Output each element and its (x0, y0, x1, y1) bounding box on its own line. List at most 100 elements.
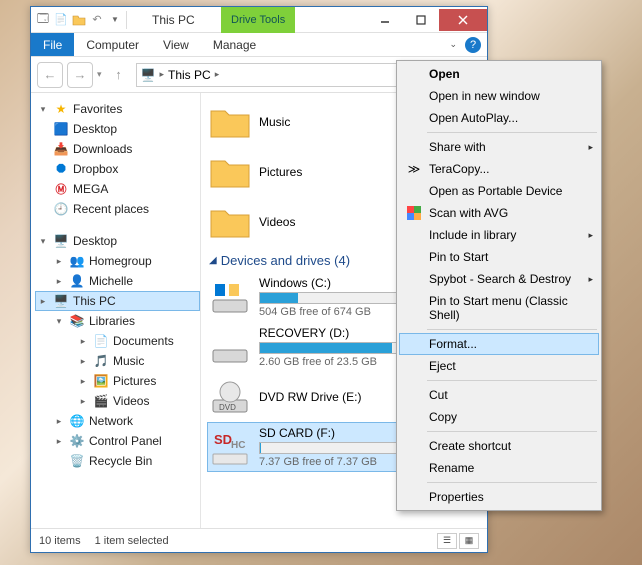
ctx-label: Create shortcut (429, 439, 511, 453)
submenu-arrow-icon: ▸ (588, 274, 593, 285)
ctx-teracopy[interactable]: ≫TeraCopy... (399, 158, 599, 180)
chevron-right-icon[interactable]: ▸ (53, 255, 65, 267)
tree-item-pictures[interactable]: ▸🖼️Pictures (35, 371, 200, 391)
ctx-spybot[interactable]: Spybot - Search & Destroy▸ (399, 268, 599, 290)
ctx-scan-avg[interactable]: Scan with AVG (399, 202, 599, 224)
breadcrumb-this-pc[interactable]: This PC (168, 68, 211, 82)
ctx-pin-classic[interactable]: Pin to Start menu (Classic Shell) (399, 290, 599, 326)
sd-card-icon: SDHC (209, 426, 251, 468)
chevron-right-icon[interactable]: ▸ (215, 69, 220, 80)
tree-item-recycle-bin[interactable]: 🗑️Recycle Bin (35, 451, 200, 471)
tree-item-this-pc[interactable]: ▸🖥️This PC (35, 291, 200, 311)
tree-item-mega[interactable]: ⓂMEGA (35, 179, 200, 199)
maximize-button[interactable] (403, 9, 439, 31)
ctx-separator (427, 380, 597, 381)
tree-item-recent[interactable]: 🕘Recent places (35, 199, 200, 219)
mega-icon: Ⓜ (53, 181, 69, 197)
computer-icon: 🖥️ (53, 293, 69, 309)
tree-item-desktop-fav[interactable]: 🟦Desktop (35, 119, 200, 139)
videos-icon: 🎬 (93, 393, 109, 409)
ctx-copy[interactable]: Copy (399, 406, 599, 428)
help-icon[interactable]: ? (465, 37, 481, 53)
chevron-down-icon[interactable]: ▾ (53, 315, 65, 327)
tree-item-documents[interactable]: ▸📄Documents (35, 331, 200, 351)
capacity-bar (259, 442, 409, 454)
properties-icon[interactable]: 📄 (53, 12, 69, 28)
ctx-format[interactable]: Format... (399, 333, 599, 355)
drive-tools-context-tab[interactable]: Drive Tools (221, 7, 295, 33)
tree-item-music[interactable]: ▸🎵Music (35, 351, 200, 371)
expand-ribbon-icon[interactable]: ⌄ (449, 39, 457, 50)
icon-small: 🗔 (35, 12, 51, 28)
chevron-down-icon[interactable]: ▾ (37, 103, 49, 115)
ctx-separator (427, 132, 597, 133)
ctx-open-new-window[interactable]: Open in new window (399, 85, 599, 107)
minimize-button[interactable] (367, 9, 403, 31)
window-controls (367, 9, 487, 31)
tree-root-desktop[interactable]: ▾ 🖥️ Desktop (35, 231, 200, 251)
chevron-right-icon[interactable]: ▸ (37, 295, 49, 307)
star-icon: ★ (53, 101, 69, 117)
view-icons-button[interactable]: ▦ (459, 533, 479, 549)
ctx-eject[interactable]: Eject (399, 355, 599, 377)
ctx-label: Pin to Start (429, 250, 488, 264)
ctx-separator (427, 431, 597, 432)
downloads-icon: 📥 (53, 141, 69, 157)
tree-root-favorites[interactable]: ▾ ★ Favorites (35, 99, 200, 119)
tree-item-control-panel[interactable]: ▸⚙️Control Panel (35, 431, 200, 451)
divider (126, 11, 127, 29)
chevron-right-icon[interactable]: ▸ (77, 375, 89, 387)
ctx-label: Properties (429, 490, 484, 504)
tree-item-videos[interactable]: ▸🎬Videos (35, 391, 200, 411)
ctx-share-with[interactable]: Share with▸ (399, 136, 599, 158)
chevron-right-icon[interactable]: ▸ (77, 395, 89, 407)
ctx-label: TeraCopy... (429, 162, 489, 176)
tab-computer[interactable]: Computer (74, 33, 151, 56)
chevron-right-icon[interactable]: ▸ (53, 415, 65, 427)
ctx-label: Copy (429, 410, 457, 424)
tree-item-downloads[interactable]: 📥 Downloads (35, 139, 200, 159)
status-selected-count: 1 item selected (95, 535, 169, 547)
chevron-down-icon[interactable]: ▼ (107, 12, 123, 28)
chevron-down-icon[interactable]: ▾ (37, 235, 49, 247)
tree-label: Homegroup (89, 254, 152, 268)
chevron-right-icon[interactable]: ▸ (53, 435, 65, 447)
recent-locations-icon[interactable]: ▾ (97, 69, 102, 80)
ctx-pin-start[interactable]: Pin to Start (399, 246, 599, 268)
tree-item-network[interactable]: ▸🌐Network (35, 411, 200, 431)
ctx-include-library[interactable]: Include in library▸ (399, 224, 599, 246)
tree-item-dropbox[interactable]: ⯃Dropbox (35, 159, 200, 179)
quick-access-toolbar: 🗔 📄 ↶ ▼ (31, 11, 132, 29)
chevron-right-icon[interactable]: ▸ (77, 335, 89, 347)
tree-item-user[interactable]: ▸👤Michelle (35, 271, 200, 291)
chevron-right-icon[interactable]: ▸ (53, 275, 65, 287)
close-button[interactable] (439, 9, 487, 31)
dropbox-icon: ⯃ (53, 161, 69, 177)
tree-label: Downloads (73, 142, 132, 156)
chevron-right-icon[interactable]: ▸ (77, 355, 89, 367)
ctx-rename[interactable]: Rename (399, 457, 599, 479)
submenu-arrow-icon: ▸ (588, 142, 593, 153)
ctx-label: Eject (429, 359, 456, 373)
nav-forward-button[interactable]: → (67, 62, 93, 88)
spacer (53, 455, 65, 467)
view-details-button[interactable]: ☰ (437, 533, 457, 549)
tab-view[interactable]: View (151, 33, 201, 56)
tree-item-homegroup[interactable]: ▸👥Homegroup (35, 251, 200, 271)
item-label: Music (259, 115, 290, 129)
tab-manage[interactable]: Manage (201, 33, 268, 56)
tab-file[interactable]: File (31, 33, 74, 56)
ctx-properties[interactable]: Properties (399, 486, 599, 508)
ctx-portable-device[interactable]: Open as Portable Device (399, 180, 599, 202)
chevron-right-icon[interactable]: ▸ (159, 69, 164, 80)
ctx-open[interactable]: Open (399, 63, 599, 85)
navigation-pane: ▾ ★ Favorites 🟦Desktop 📥 Downloads ⯃Dropb… (31, 93, 201, 528)
new-folder-icon[interactable] (71, 12, 87, 28)
tree-item-libraries[interactable]: ▾📚Libraries (35, 311, 200, 331)
ctx-autoplay[interactable]: Open AutoPlay... (399, 107, 599, 129)
ctx-cut[interactable]: Cut (399, 384, 599, 406)
ctx-create-shortcut[interactable]: Create shortcut (399, 435, 599, 457)
nav-back-button[interactable]: ← (37, 62, 63, 88)
undo-icon[interactable]: ↶ (89, 12, 105, 28)
nav-up-button[interactable]: ↑ (106, 62, 132, 88)
